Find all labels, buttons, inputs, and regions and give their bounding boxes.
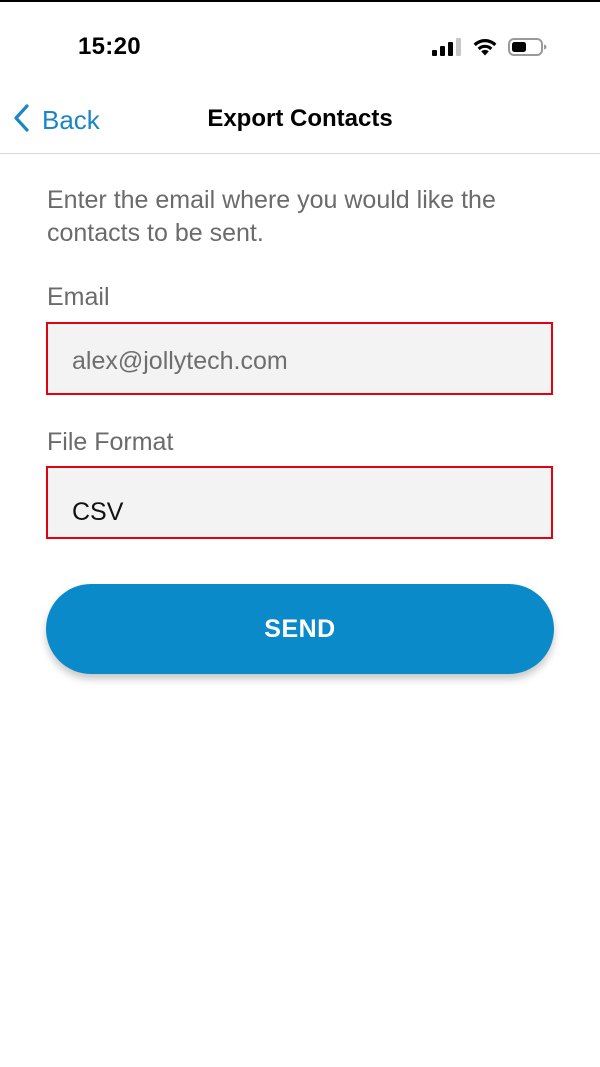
page-title: Export Contacts <box>207 105 393 132</box>
status-bar: 15:20 <box>0 0 600 90</box>
battery-icon <box>508 37 548 57</box>
file-format-select[interactable]: CSV <box>46 466 553 539</box>
wifi-icon <box>472 37 498 57</box>
navigation-bar: Back Export Contacts <box>0 90 600 154</box>
instructions-text: Enter the email where you would like the… <box>47 186 496 247</box>
file-format-label: File Format <box>47 428 174 456</box>
send-button[interactable]: SEND <box>46 584 554 674</box>
file-format-value: CSV <box>72 498 124 526</box>
email-label: Email <box>47 283 110 311</box>
email-field-container <box>46 322 553 395</box>
status-icons <box>432 37 548 57</box>
cellular-signal-icon <box>432 37 462 57</box>
email-field[interactable] <box>48 324 551 393</box>
status-time: 15:20 <box>78 33 141 60</box>
